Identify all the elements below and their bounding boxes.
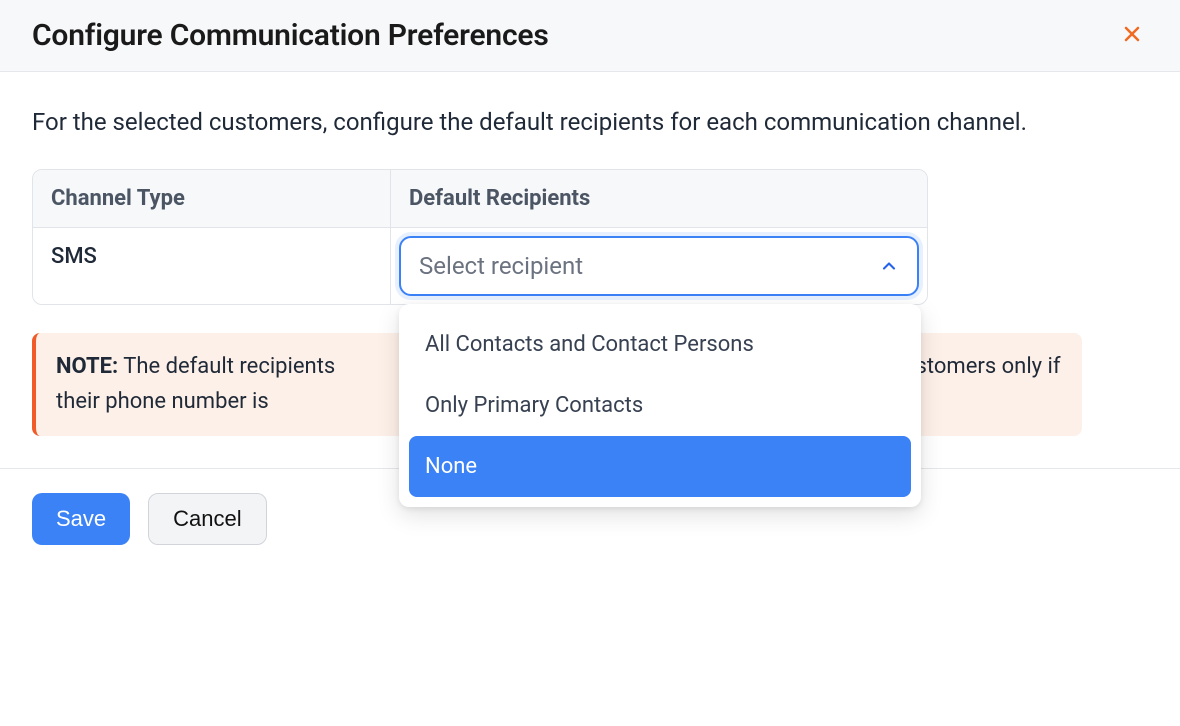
note-text-before: The default recipients	[118, 354, 341, 379]
recipient-dropdown: All Contacts and Contact Persons Only Pr…	[399, 304, 921, 507]
description-text: For the selected customers, configure th…	[32, 104, 1092, 141]
table-header-row: Channel Type Default Recipients	[33, 170, 927, 228]
select-placeholder: Select recipient	[419, 252, 583, 280]
recipient-cell: Select recipient All Contacts and Contac…	[391, 228, 927, 304]
dropdown-option-all-contacts[interactable]: All Contacts and Contact Persons	[409, 314, 911, 375]
dropdown-option-none[interactable]: None	[409, 436, 911, 497]
save-button[interactable]: Save	[32, 493, 130, 545]
table-row: SMS Select recipient All Contacts and Co…	[33, 228, 927, 304]
cancel-button[interactable]: Cancel	[148, 493, 266, 545]
close-button[interactable]	[1116, 18, 1148, 53]
column-header-default-recipients: Default Recipients	[391, 170, 927, 228]
note-label: NOTE:	[56, 354, 118, 379]
dropdown-option-primary-contacts[interactable]: Only Primary Contacts	[409, 375, 911, 436]
modal-body: For the selected customers, configure th…	[0, 72, 1180, 468]
communication-preferences-modal: Configure Communication Preferences For …	[0, 0, 1180, 569]
channel-table: Channel Type Default Recipients SMS Sele…	[32, 169, 928, 305]
modal-header: Configure Communication Preferences	[0, 0, 1180, 72]
chevron-up-icon	[879, 256, 899, 276]
channel-type-cell: SMS	[33, 228, 391, 304]
column-header-channel-type: Channel Type	[33, 170, 391, 228]
recipient-select[interactable]: Select recipient	[399, 236, 919, 296]
modal-title: Configure Communication Preferences	[32, 18, 549, 53]
close-icon	[1120, 22, 1144, 49]
